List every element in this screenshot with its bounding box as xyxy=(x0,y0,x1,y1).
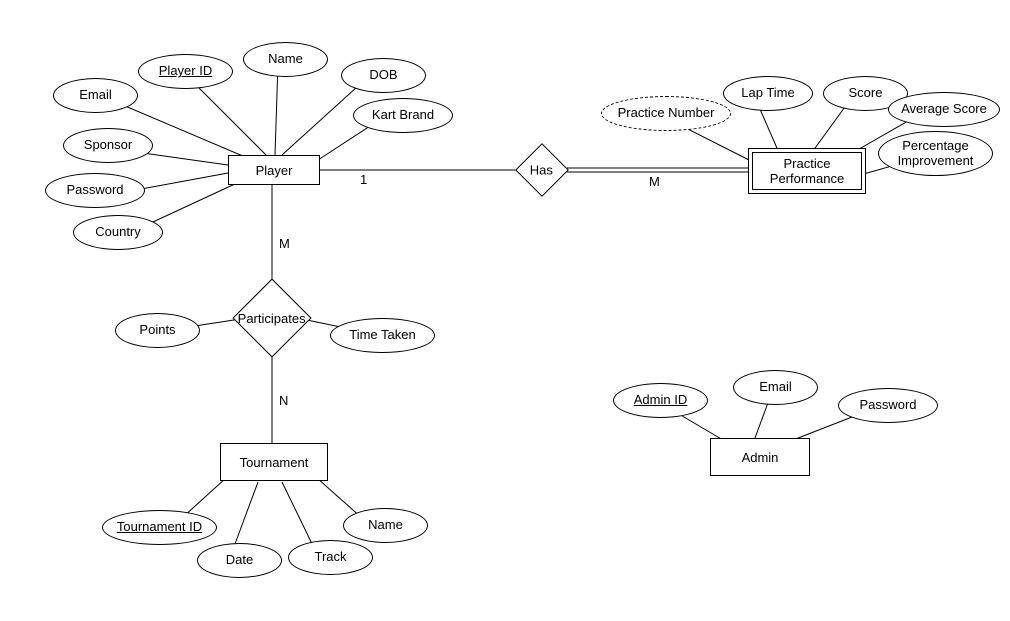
attr-password: Password xyxy=(45,173,145,208)
cardinality-has-right: M xyxy=(649,174,660,189)
attr-tournament-id: Tournament ID xyxy=(102,510,217,545)
attr-sponsor: Sponsor xyxy=(63,128,153,163)
cardinality-participates-bottom: N xyxy=(279,393,288,408)
attr-name: Name xyxy=(243,42,328,77)
entity-practice-performance: Practice Performance xyxy=(752,152,862,190)
attr-time-taken: Time Taken xyxy=(330,318,435,353)
attr-country: Country xyxy=(73,215,163,250)
cardinality-has-left: 1 xyxy=(360,172,367,187)
attr-average-score: Average Score xyxy=(888,92,1000,127)
attr-player-id: Player ID xyxy=(138,54,233,89)
attr-date: Date xyxy=(197,543,282,578)
attr-track: Track xyxy=(288,540,373,575)
attr-admin-password: Password xyxy=(838,388,938,423)
attr-practice-number: Practice Number xyxy=(601,96,731,131)
relationship-has: Has xyxy=(515,143,569,197)
attr-admin-email: Email xyxy=(733,370,818,405)
attr-points: Points xyxy=(115,313,200,348)
entity-player-label: Player xyxy=(256,163,293,178)
attr-kart-brand: Kart Brand xyxy=(353,98,453,133)
cardinality-participates-top: M xyxy=(279,236,290,251)
attr-dob: DOB xyxy=(341,58,426,93)
entity-player: Player xyxy=(228,155,320,185)
entity-tournament: Tournament xyxy=(220,443,328,481)
attr-tournament-name: Name xyxy=(343,508,428,543)
entity-admin: Admin xyxy=(710,438,810,476)
attr-email: Email xyxy=(53,78,138,113)
relationship-participates: Participates xyxy=(232,278,311,357)
attr-percentage-improvement: Percentage Improvement xyxy=(878,131,993,176)
attr-admin-id: Admin ID xyxy=(613,383,708,418)
attr-lap-time: Lap Time xyxy=(723,76,813,111)
